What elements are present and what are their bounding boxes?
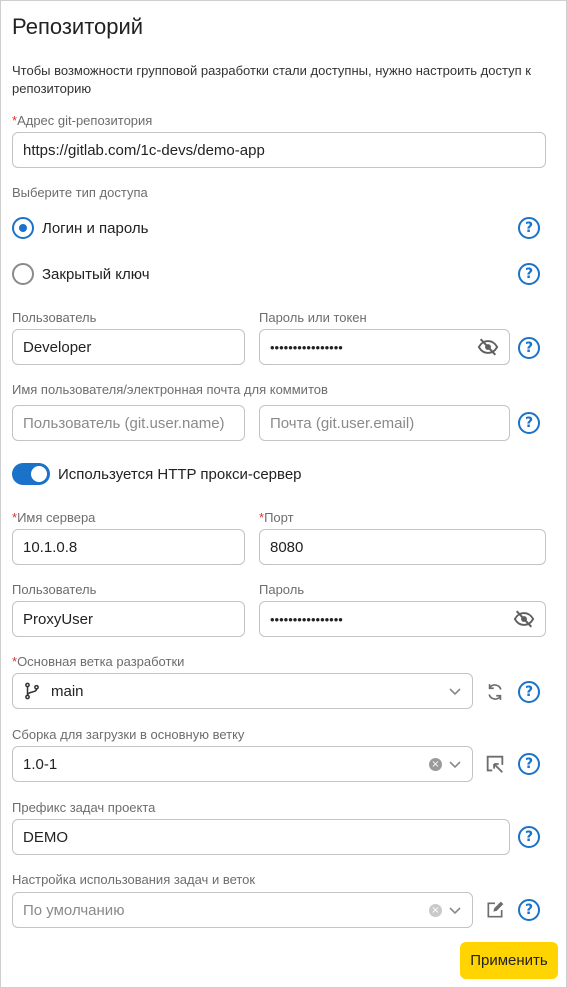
- proxy-toggle[interactable]: [12, 463, 50, 485]
- radio-private-key[interactable]: Закрытый ключ: [12, 263, 150, 285]
- proxy-password-label: Пароль: [259, 582, 305, 597]
- proxy-server-input[interactable]: 10.1.0.8: [12, 529, 245, 565]
- edit-icon[interactable]: [484, 899, 506, 921]
- git-user-email-input[interactable]: Почта (git.user.email): [259, 405, 510, 441]
- radio-selected-icon[interactable]: [12, 217, 34, 239]
- server-label: *Имя сервера: [12, 510, 96, 525]
- settings-panel: Репозиторий Чтобы возможности групповой …: [0, 0, 567, 988]
- tasks-label: Настройка использования задач и веток: [12, 872, 256, 887]
- proxy-user-input[interactable]: ProxyUser: [12, 601, 245, 637]
- help-icon[interactable]: ?: [518, 899, 540, 921]
- build-select[interactable]: 1.0-1 ×: [12, 746, 473, 782]
- access-type-label: Выберите тип доступа: [12, 185, 148, 200]
- proxy-password-input[interactable]: ••••••••••••••••: [259, 601, 546, 637]
- proxy-port-input[interactable]: 8080: [259, 529, 546, 565]
- eye-off-icon[interactable]: [477, 336, 499, 358]
- prefix-label: Префикс задач проекта: [12, 800, 156, 815]
- help-icon[interactable]: ?: [518, 337, 540, 359]
- help-icon[interactable]: ?: [518, 826, 540, 848]
- eye-off-icon[interactable]: [513, 608, 535, 630]
- password-label: Пароль или токен: [259, 310, 367, 325]
- apply-button[interactable]: Применить: [460, 942, 558, 979]
- page-description: Чтобы возможности групповой разработки с…: [12, 63, 531, 96]
- password-input[interactable]: ••••••••••••••••: [259, 329, 510, 365]
- page-title: Репозиторий: [12, 14, 144, 39]
- help-icon[interactable]: ?: [518, 263, 540, 285]
- clear-icon[interactable]: ×: [429, 903, 442, 917]
- branch-label: *Основная ветка разработки: [12, 654, 185, 669]
- refresh-icon[interactable]: [484, 681, 506, 703]
- branch-select[interactable]: main: [12, 673, 473, 709]
- port-label: *Порт: [259, 510, 294, 525]
- chevron-down-icon[interactable]: [448, 684, 462, 698]
- load-build-icon[interactable]: [484, 753, 506, 775]
- help-icon[interactable]: ?: [518, 217, 540, 239]
- repo-url-input[interactable]: https://gitlab.com/1c-devs/demo-app: [12, 132, 546, 168]
- proxy-user-label: Пользователь: [12, 582, 97, 597]
- git-user-name-input[interactable]: Пользователь (git.user.name): [12, 405, 245, 441]
- radio-login-password[interactable]: Логин и пароль: [12, 217, 148, 239]
- help-icon[interactable]: ?: [518, 681, 540, 703]
- help-icon[interactable]: ?: [518, 412, 540, 434]
- prefix-input[interactable]: DEMO: [12, 819, 510, 855]
- build-label: Сборка для загрузки в основную ветку: [12, 727, 245, 742]
- clear-icon[interactable]: ×: [429, 757, 442, 771]
- radio-unselected-icon[interactable]: [12, 263, 34, 285]
- user-input[interactable]: Developer: [12, 329, 245, 365]
- help-icon[interactable]: ?: [518, 753, 540, 775]
- git-branch-icon: [25, 682, 39, 700]
- repo-label: *Адрес git-репозитория: [12, 113, 153, 128]
- commit-label: Имя пользователя/электронная почта для к…: [12, 382, 328, 397]
- tasks-select[interactable]: По умолчанию ×: [12, 892, 473, 928]
- user-label: Пользователь: [12, 310, 97, 325]
- chevron-down-icon[interactable]: [448, 903, 462, 917]
- chevron-down-icon[interactable]: [448, 757, 462, 771]
- proxy-toggle-row[interactable]: Используется HTTP прокси-сервер: [12, 463, 302, 485]
